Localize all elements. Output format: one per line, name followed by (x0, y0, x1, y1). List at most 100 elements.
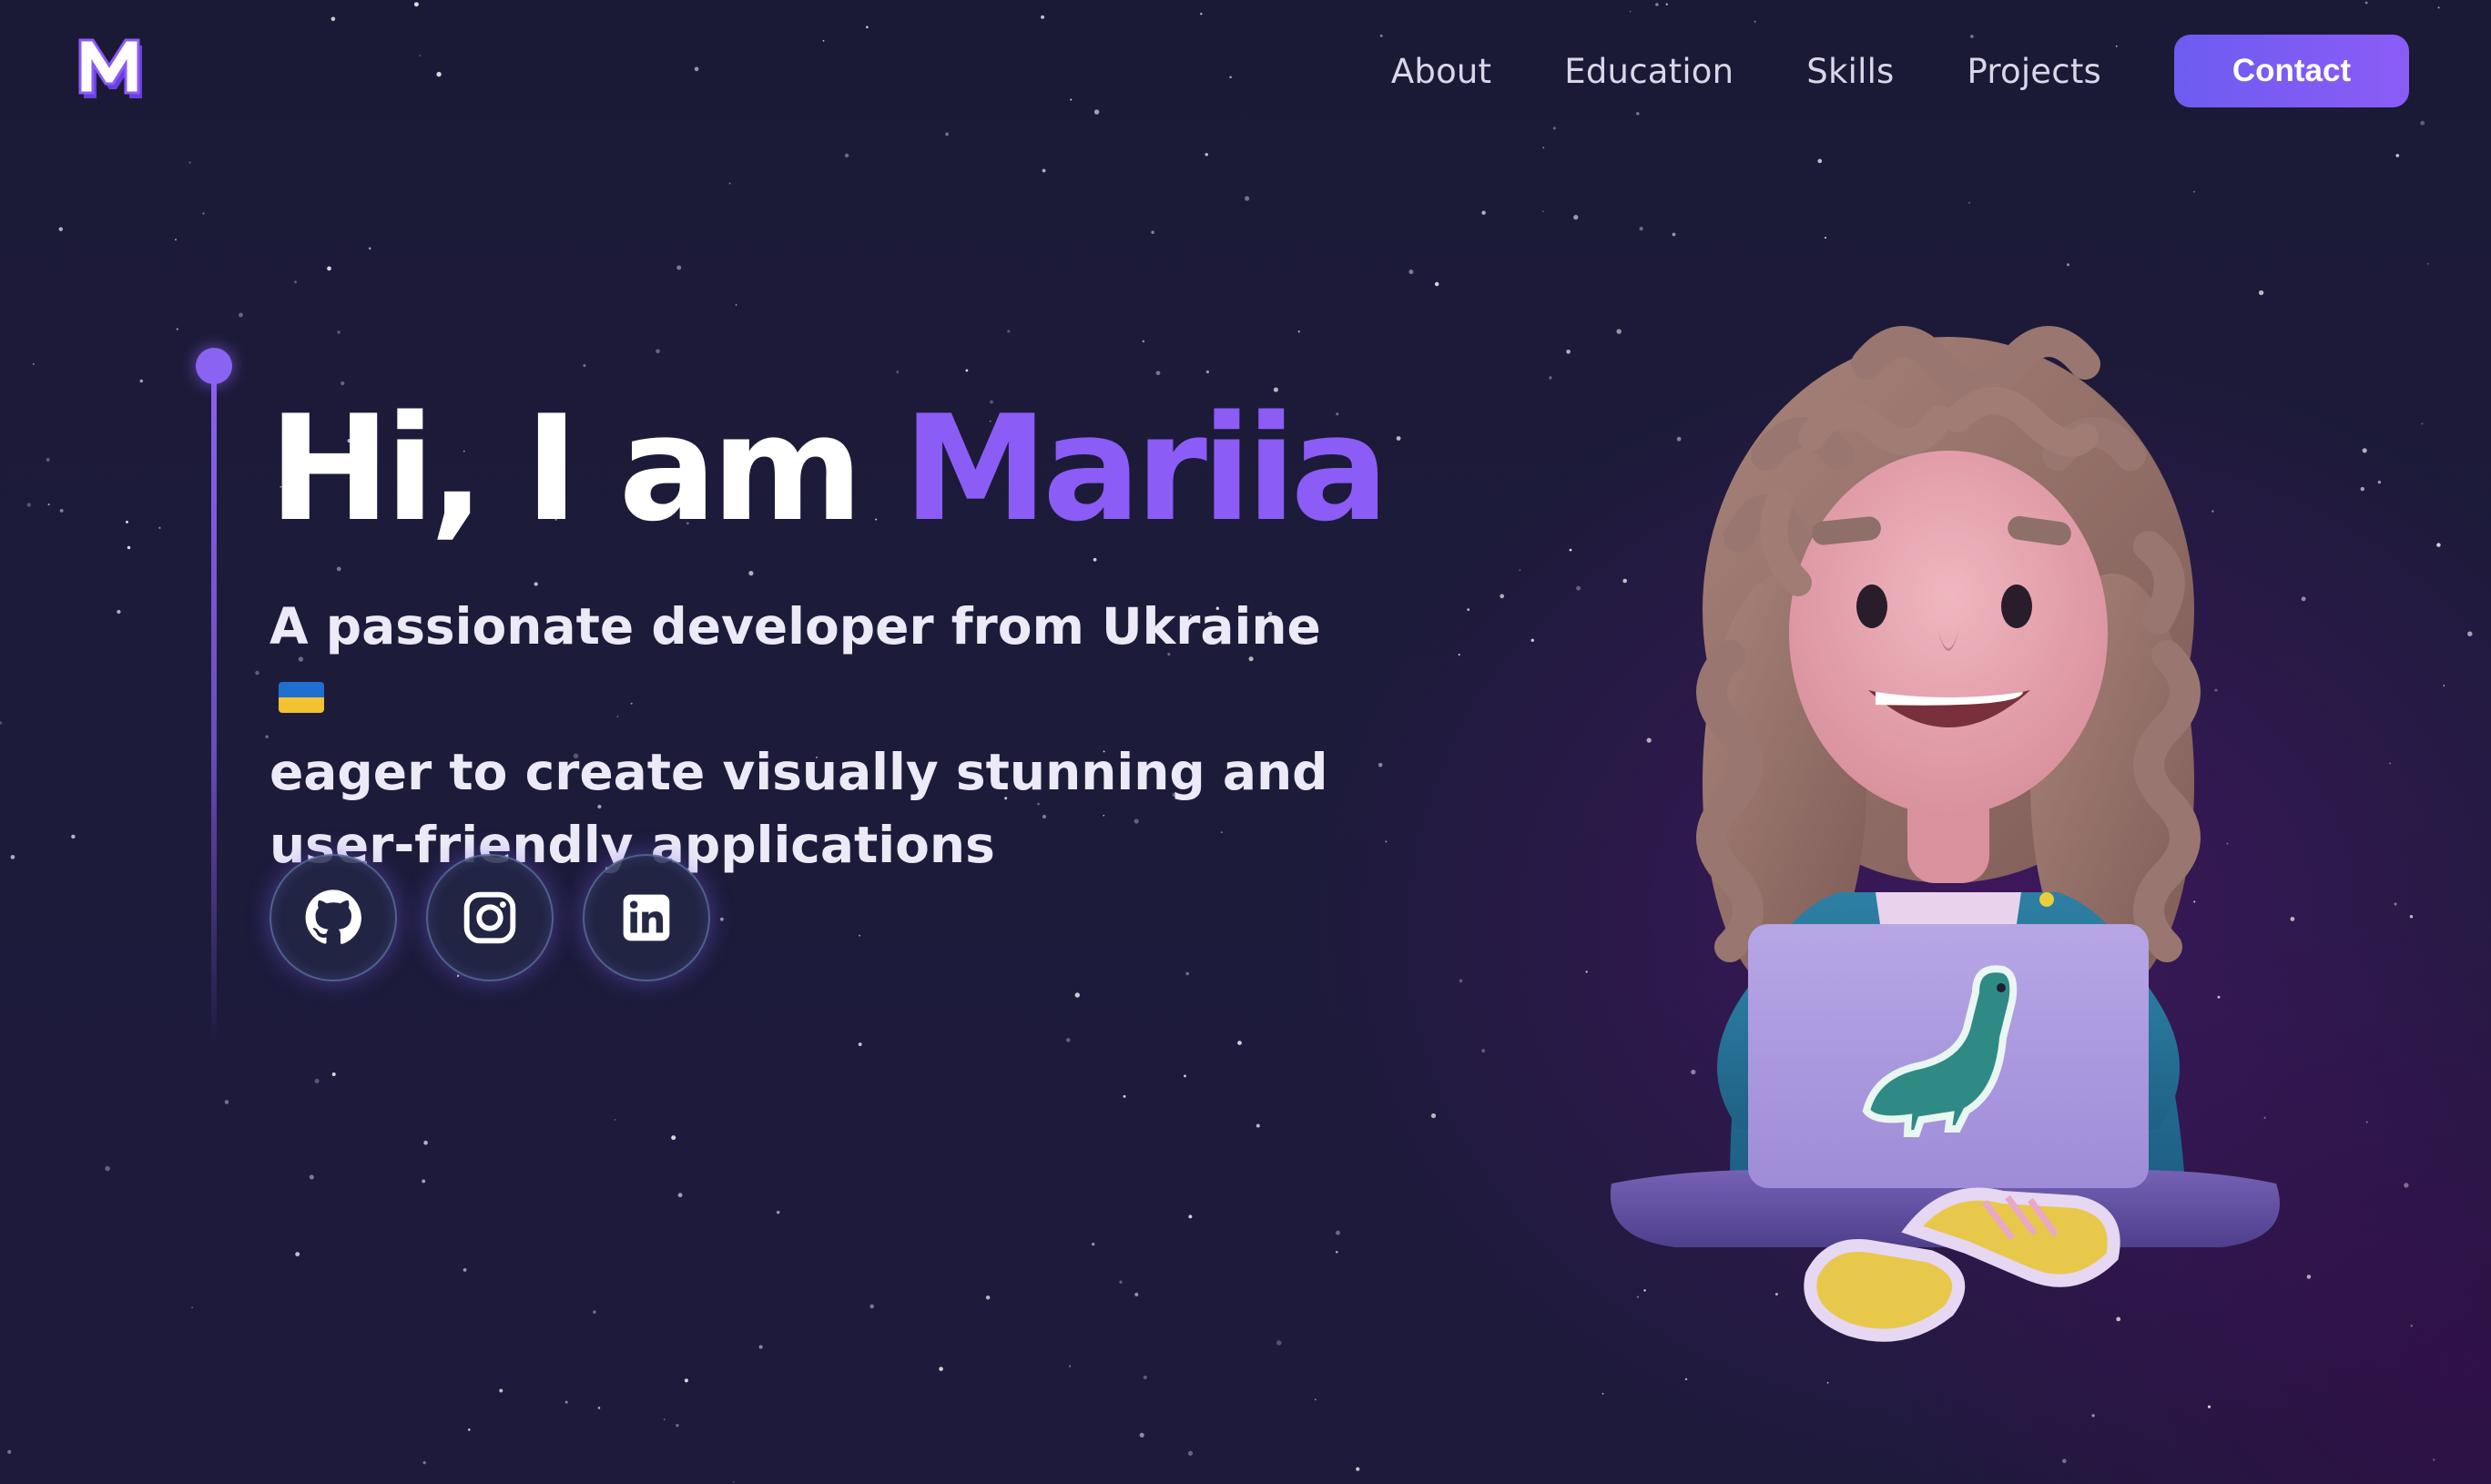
star (139, 379, 144, 383)
star (1655, 3, 1659, 6)
star (1134, 1292, 1139, 1296)
star (2360, 486, 2364, 492)
hero-name: Mariia (902, 383, 1389, 554)
star (126, 520, 128, 523)
star (1093, 557, 1097, 562)
star (1155, 371, 1161, 376)
star (758, 1345, 763, 1349)
m-logo-icon[interactable] (78, 36, 147, 102)
star (1314, 1398, 1317, 1401)
star (224, 1100, 229, 1104)
star (1569, 548, 1572, 552)
hero-greeting: Hi, I am (269, 383, 863, 554)
star (1041, 15, 1045, 19)
star (676, 1424, 679, 1428)
star (2258, 290, 2264, 296)
star (2426, 262, 2429, 265)
star (985, 1295, 991, 1300)
star (1119, 1280, 1123, 1284)
star (265, 735, 269, 738)
star (2389, 762, 2392, 765)
star (46, 457, 50, 462)
star (593, 1310, 596, 1314)
star (1336, 1230, 1340, 1235)
star (1530, 638, 1535, 643)
star (1093, 109, 1100, 115)
star (2421, 422, 2424, 425)
instagram-button[interactable] (426, 854, 554, 981)
star (1200, 13, 1203, 15)
linkedin-button[interactable] (583, 854, 710, 981)
star (499, 1388, 503, 1393)
star (1824, 237, 1827, 239)
star (436, 71, 442, 77)
star (1519, 569, 1521, 572)
star (1566, 349, 1571, 354)
avatar-illustration (1610, 326, 2280, 1342)
star (2395, 154, 2400, 158)
star (1245, 196, 1250, 201)
star (175, 239, 177, 241)
star (105, 1165, 110, 1172)
star (239, 312, 243, 318)
timeline-line (211, 373, 217, 1047)
star (939, 1367, 943, 1371)
star (1665, 3, 1669, 5)
nav-education[interactable]: Education (1564, 52, 1734, 91)
star (748, 570, 754, 576)
star (2067, 263, 2069, 267)
star (1385, 840, 1388, 843)
star (858, 1042, 862, 1047)
nav-skills[interactable]: Skills (1806, 52, 1894, 91)
nav-projects[interactable]: Projects (1967, 52, 2101, 91)
star (1458, 654, 1460, 656)
star (1576, 585, 1581, 591)
star (732, 1480, 735, 1483)
star (1151, 230, 1154, 234)
star (859, 934, 861, 937)
main-nav: About Education Skills Projects Contact (1391, 35, 2409, 107)
star (2192, 190, 2196, 193)
github-button[interactable] (269, 854, 397, 981)
star (2394, 902, 2397, 906)
star (337, 330, 341, 334)
star (1123, 1094, 1126, 1098)
star (728, 182, 731, 185)
star (314, 1078, 320, 1083)
star (413, 2, 419, 7)
star (1276, 1340, 1282, 1346)
star (1481, 210, 1486, 215)
star (2365, 1121, 2368, 1123)
star (1065, 1038, 1071, 1042)
star (1092, 1242, 1095, 1246)
star (663, 1418, 666, 1420)
star (59, 508, 64, 513)
star (1068, 1365, 1072, 1367)
star (10, 855, 15, 859)
star (202, 212, 205, 215)
star (1754, 20, 1756, 23)
star (1356, 1467, 1360, 1471)
star (463, 1268, 467, 1272)
star (1142, 340, 1145, 343)
star (117, 609, 121, 615)
star (2061, 1459, 2067, 1464)
star (419, 55, 422, 56)
star (1639, 227, 1643, 231)
star (1070, 98, 1073, 101)
nav-about[interactable]: About (1391, 52, 1491, 91)
star (327, 266, 331, 271)
star (720, 917, 724, 921)
star (1817, 158, 1823, 164)
star (422, 1460, 426, 1465)
star (676, 265, 682, 270)
star (671, 1135, 676, 1141)
star (534, 582, 538, 586)
star (1500, 594, 1505, 599)
star (1378, 762, 1383, 767)
star (422, 1179, 426, 1184)
contact-button[interactable]: Contact (2174, 35, 2409, 107)
star (1542, 147, 1545, 149)
star (1967, 201, 1971, 204)
star (776, 1210, 780, 1215)
